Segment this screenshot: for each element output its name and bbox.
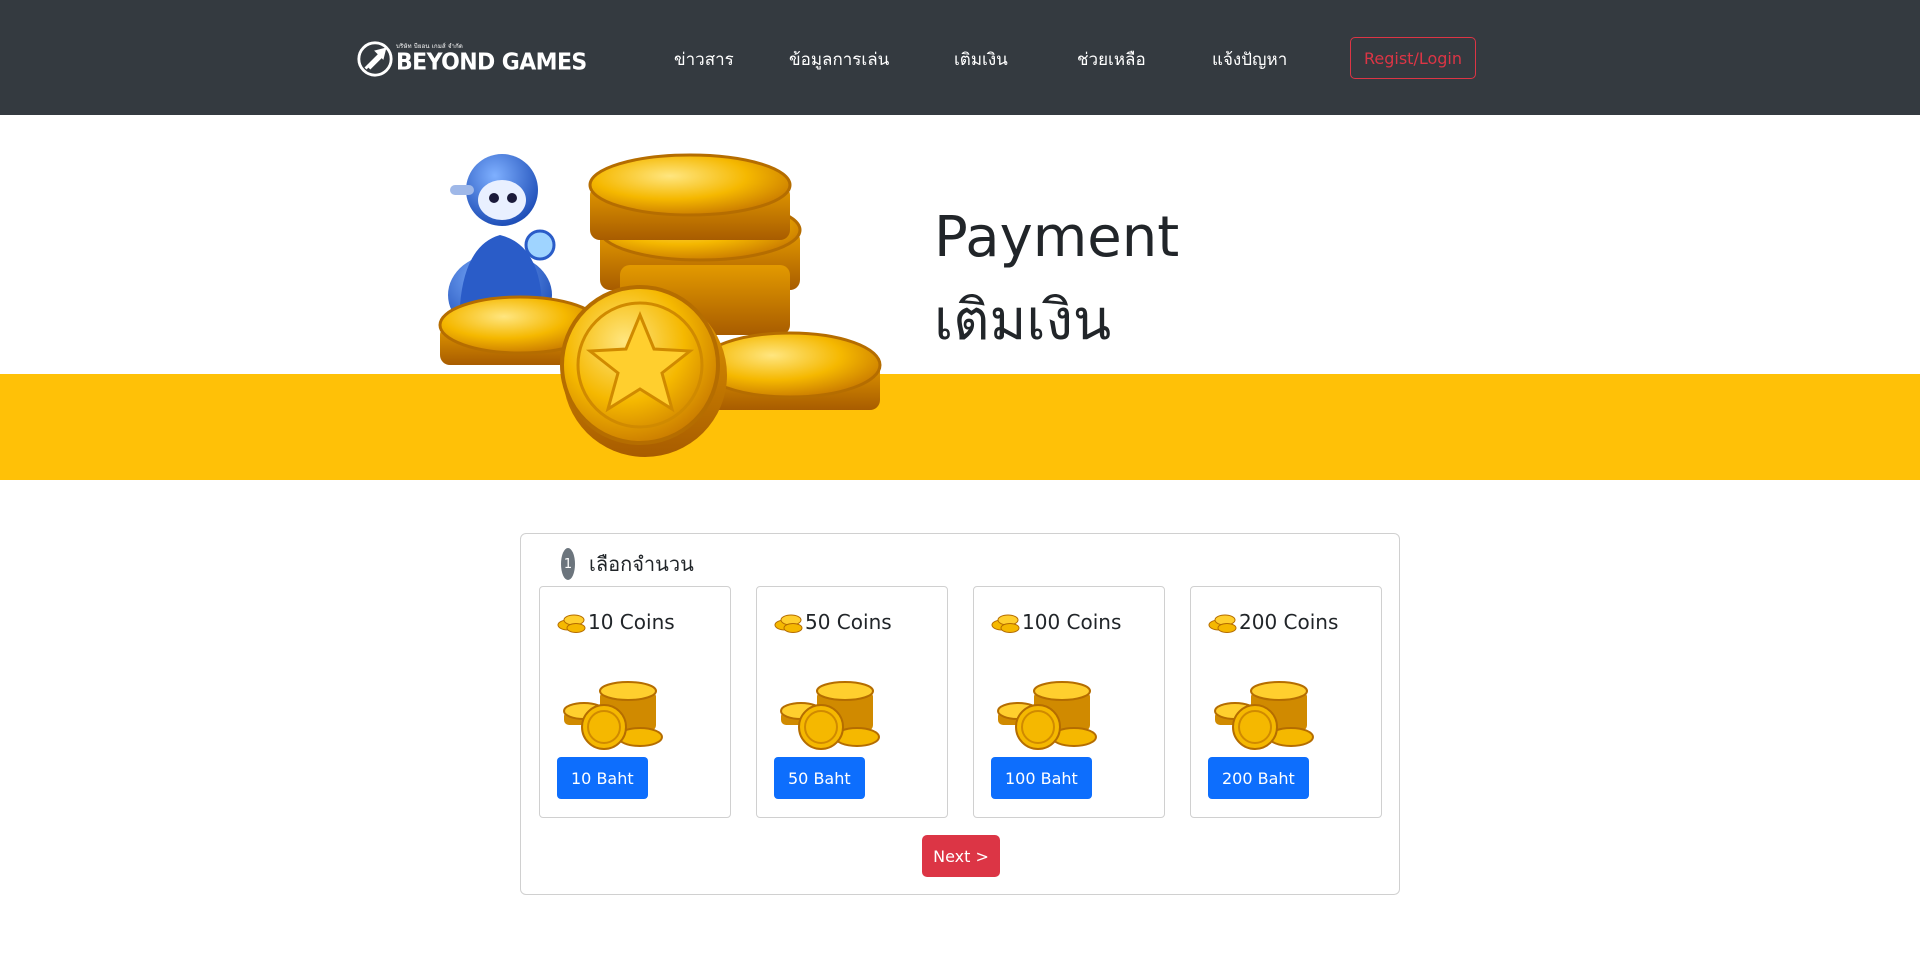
coin-options: 10 Coins 10 Baht 50 Coins 50 Baht 100 Co… (539, 586, 1383, 818)
coin-pile-image (997, 681, 1097, 750)
hero-yellow-band (0, 374, 1920, 480)
coin-stack-icon (557, 614, 586, 633)
step-number-badge: 1 (561, 548, 575, 580)
coin-option-100[interactable]: 100 Coins 100 Baht (973, 586, 1165, 818)
hero-banner: Payment เติมเงิน (0, 115, 1920, 480)
top-navbar: บริษัท บียอน เกมส์ จำกัด BEYOND GAMES ข่… (0, 0, 1920, 115)
nav-item-help[interactable]: ช่วยเหลือ (1077, 46, 1146, 73)
coin-amount-label: 50 Coins (805, 610, 892, 634)
coin-option-50[interactable]: 50 Coins 50 Baht (756, 586, 948, 818)
coin-pile-image (780, 681, 880, 750)
price-button[interactable]: 200 Baht (1208, 757, 1309, 799)
nav-item-gameplay-info[interactable]: ข้อมูลการเล่น (789, 46, 889, 73)
coins-mascot-illustration (438, 153, 882, 457)
coin-amount-label: 10 Coins (588, 610, 675, 634)
next-button[interactable]: Next > (922, 835, 1000, 877)
regist-login-button[interactable]: Regist/Login (1350, 37, 1476, 79)
coin-amount-label: 200 Coins (1239, 610, 1339, 634)
step-label: เลือกจำนวน (589, 552, 694, 576)
coin-amount-label: 100 Coins (1022, 610, 1122, 634)
price-button[interactable]: 100 Baht (991, 757, 1092, 799)
nav-item-news[interactable]: ข่าวสาร (674, 46, 734, 73)
step-header: 1 เลือกจำนวน (561, 548, 694, 580)
coin-stack-icon (774, 614, 803, 633)
price-button[interactable]: 50 Baht (774, 757, 865, 799)
coin-option-200[interactable]: 200 Coins 200 Baht (1190, 586, 1382, 818)
coin-stack-icon (1208, 614, 1237, 633)
rocket-logo-icon (357, 41, 393, 77)
price-button[interactable]: 10 Baht (557, 757, 648, 799)
page-title: Payment (934, 205, 1180, 270)
coin-stack-icon (991, 614, 1020, 633)
coin-pile-image (1214, 681, 1314, 750)
logo-text: BEYOND GAMES (396, 49, 587, 76)
nav-item-report-issue[interactable]: แจ้งปัญหา (1212, 46, 1287, 73)
page-subtitle: เติมเงิน (934, 288, 1112, 353)
coin-option-10[interactable]: 10 Coins 10 Baht (539, 586, 731, 818)
payment-card: 1 เลือกจำนวน 10 Coins 10 Baht 50 Coins 5… (520, 533, 1400, 895)
nav-item-topup[interactable]: เติมเงิน (954, 46, 1008, 73)
brand-logo[interactable]: บริษัท บียอน เกมส์ จำกัด BEYOND GAMES (356, 38, 587, 80)
coin-pile-image (563, 681, 663, 750)
